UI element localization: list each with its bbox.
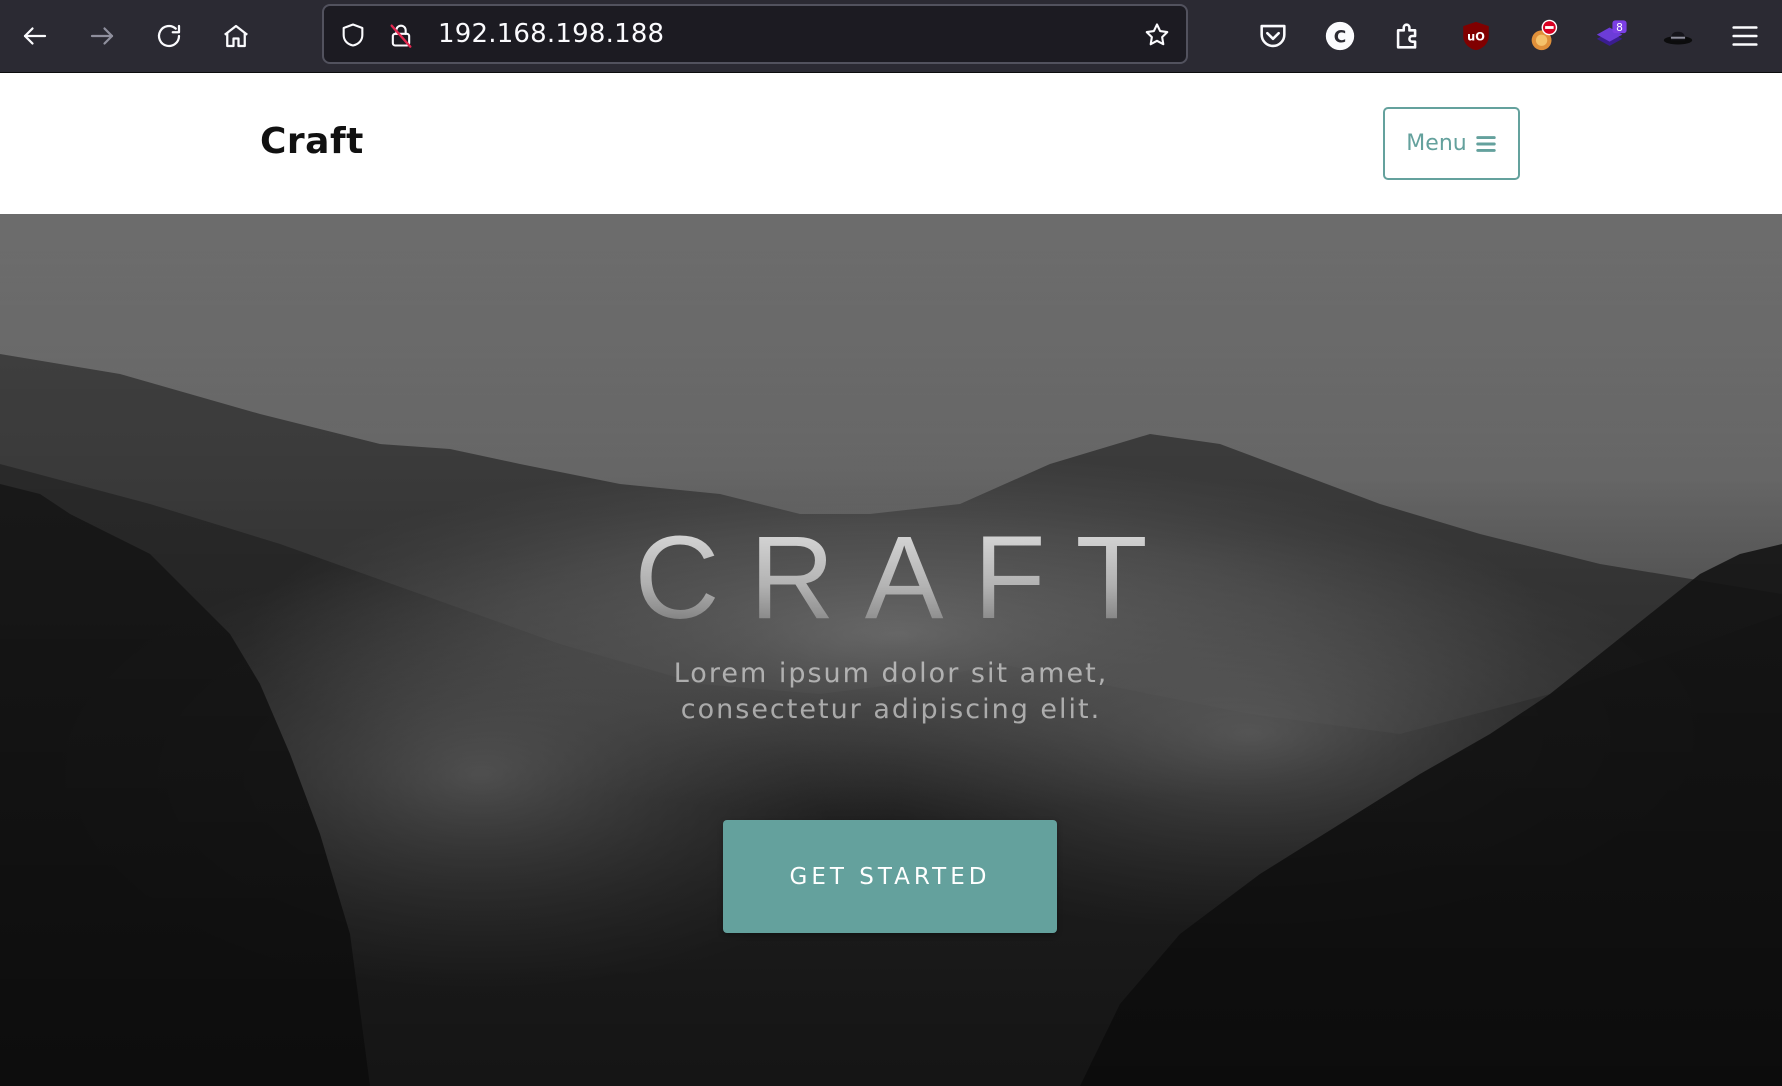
hamburger-menu-icon <box>1732 26 1758 46</box>
shield-icon <box>342 23 364 47</box>
pocket-button[interactable] <box>1252 15 1294 57</box>
hat-extension-button[interactable] <box>1657 15 1699 57</box>
bars-icon <box>1475 135 1496 152</box>
bookmark-button[interactable] <box>1142 20 1172 50</box>
get-started-button[interactable]: GET STARTED <box>723 820 1057 933</box>
blocker-extension-icon <box>1531 19 1558 51</box>
app-menu-button[interactable] <box>1724 15 1766 57</box>
insecure-lock-icon <box>390 24 412 48</box>
hero-title: CRAFT <box>0 513 1782 644</box>
back-icon <box>23 27 47 45</box>
c-extension-icon: C <box>1325 21 1355 51</box>
hero-section: CRAFT Lorem ipsum dolor sit amet, consec… <box>0 214 1782 1086</box>
back-button[interactable] <box>14 15 56 57</box>
connection-info-button[interactable] <box>386 20 416 50</box>
home-button[interactable] <box>215 15 257 57</box>
bookmark-star-icon <box>1145 23 1169 46</box>
forward-button[interactable] <box>81 15 123 57</box>
browser-toolbar: 192.168.198.188 C uO 8 <box>0 0 1782 73</box>
svg-text:C: C <box>1334 27 1346 47</box>
menu-label: Menu <box>1406 131 1467 156</box>
blocker-extension-button[interactable] <box>1522 15 1564 57</box>
hero-background-image <box>0 214 1782 1086</box>
forward-icon <box>90 27 114 45</box>
ublock-button[interactable]: uO <box>1455 15 1497 57</box>
ublock-icon: uO <box>1463 21 1489 51</box>
c-extension-button[interactable]: C <box>1319 15 1361 57</box>
svg-text:uO: uO <box>1467 29 1485 43</box>
extension-badge: 8 <box>1616 21 1623 34</box>
reload-button[interactable] <box>148 15 190 57</box>
tracking-protection-button[interactable] <box>338 20 368 50</box>
url-bar[interactable]: 192.168.198.188 <box>322 4 1188 64</box>
reload-icon <box>157 24 181 48</box>
site-brand[interactable]: Craft <box>260 121 364 162</box>
hero-subtitle: Lorem ipsum dolor sit amet, consectetur … <box>673 658 1109 725</box>
site-navbar: Craft Menu <box>0 73 1782 214</box>
extensions-button[interactable] <box>1387 15 1429 57</box>
hat-extension-icon <box>1663 31 1693 45</box>
url-text[interactable]: 192.168.198.188 <box>438 6 664 62</box>
pocket-icon <box>1260 24 1286 48</box>
stack-extension-button[interactable]: 8 <box>1590 15 1632 57</box>
stack-extension-icon: 8 <box>1596 20 1627 46</box>
home-icon <box>224 24 248 48</box>
menu-button[interactable]: Menu <box>1383 107 1520 180</box>
extensions-puzzle-icon <box>1396 23 1417 49</box>
